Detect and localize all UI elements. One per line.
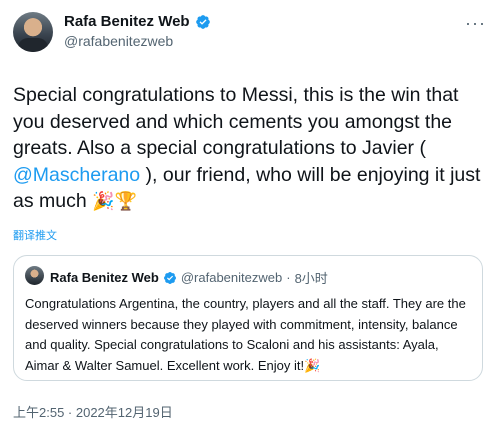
tweet-emojis: 🎉🏆 [92, 191, 137, 211]
quoted-tweet-card[interactable]: Rafa Benitez Web @rafabenitezweb · 8小时 C… [13, 255, 483, 381]
quoted-tweet-emoji: 🎉 [304, 357, 321, 373]
quoted-separator: · [286, 270, 291, 285]
tweet-timestamp[interactable]: 上午2:55 · 2022年12月19日 [13, 402, 173, 421]
tweet-text-part1: Special congratulations to Messi, this i… [13, 84, 459, 159]
verified-badge-icon [195, 14, 210, 29]
author-handle[interactable]: @rafabenitezweb [64, 33, 173, 49]
author-name[interactable]: Rafa Benitez Web [64, 13, 190, 30]
translate-tweet-link[interactable]: 翻译推文 [13, 227, 57, 243]
quoted-tweet-header: Rafa Benitez Web @rafabenitezweb · 8小时 [50, 268, 328, 287]
quoted-tweet-body: Congratulations Argentina, the country, … [25, 296, 466, 373]
more-options-icon[interactable]: ··· [465, 13, 486, 34]
mention-link[interactable]: @Mascherano [13, 164, 140, 186]
quoted-author-name: Rafa Benitez Web [50, 270, 159, 285]
author-avatar[interactable] [13, 12, 53, 52]
author-name-row: Rafa Benitez Web [64, 13, 211, 30]
quoted-tweet-time: 8小时 [294, 271, 328, 286]
quoted-tweet-text: Congratulations Argentina, the country, … [25, 294, 473, 376]
quoted-author-avatar [25, 266, 44, 285]
tweet-text: Special congratulations to Messi, this i… [13, 82, 483, 215]
verified-badge-icon [163, 271, 176, 284]
quoted-author-handle: @rafabenitezweb [180, 270, 283, 285]
